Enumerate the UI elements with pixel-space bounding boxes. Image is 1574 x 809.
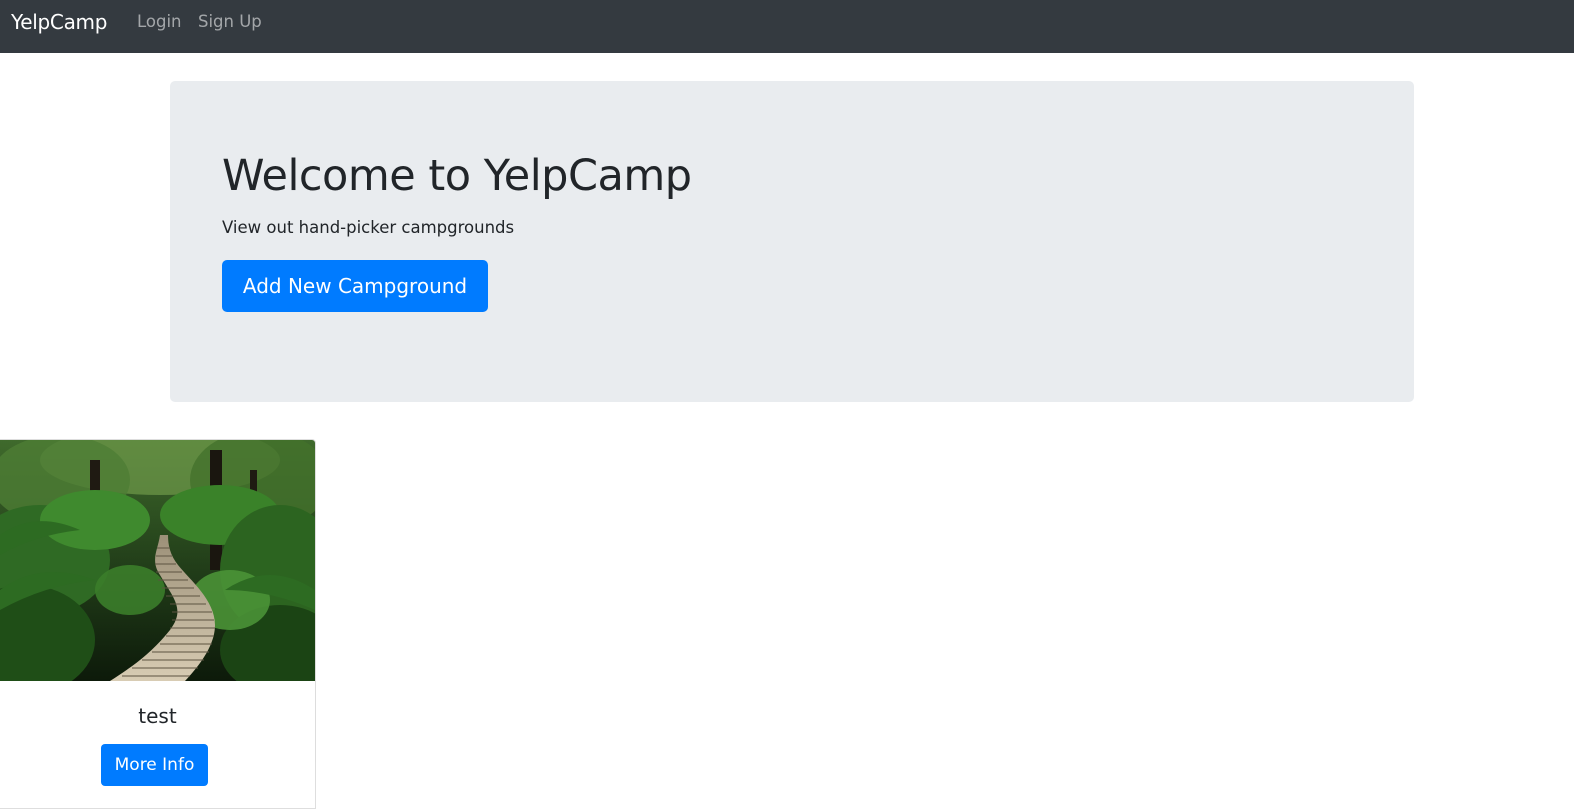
add-campground-button[interactable]: Add New Campground — [222, 260, 488, 312]
campground-card: test More Info — [0, 439, 316, 809]
brand-link[interactable]: YelpCamp — [11, 10, 107, 34]
more-info-button[interactable]: More Info — [101, 744, 208, 786]
signup-link[interactable]: Sign Up — [198, 12, 262, 31]
page-subtitle: View out hand-picker campgrounds — [222, 218, 515, 237]
campground-image — [0, 440, 315, 681]
page-title: Welcome to YelpCamp — [222, 151, 692, 201]
login-link[interactable]: Login — [137, 12, 182, 31]
campground-name: test — [138, 704, 177, 728]
jumbotron: Welcome to YelpCamp View out hand-picker… — [170, 81, 1414, 402]
navbar: YelpCamp Login Sign Up — [0, 0, 1574, 53]
